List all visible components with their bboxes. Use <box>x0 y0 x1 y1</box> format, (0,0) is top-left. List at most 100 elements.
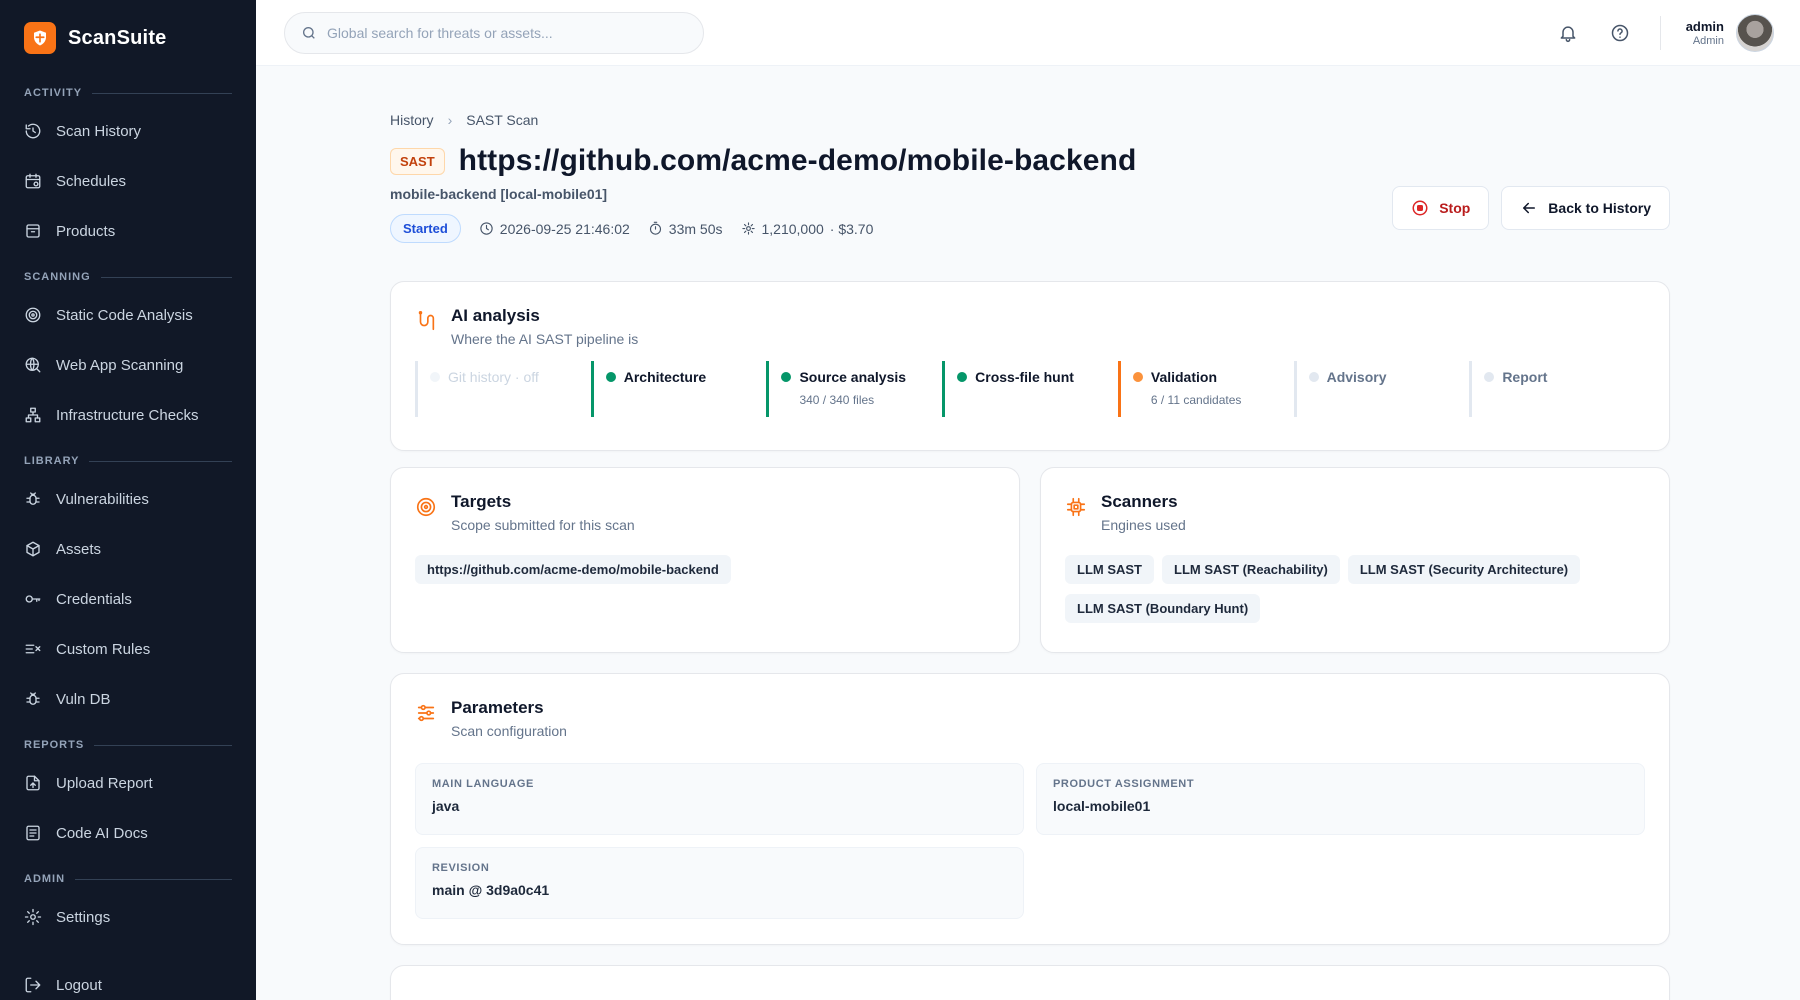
title-row: SAST https://github.com/acme-demo/mobile… <box>390 144 1670 178</box>
stage-name: Cross-file hunt <box>975 369 1074 385</box>
stage-report: Report <box>1469 361 1645 417</box>
card-header: Scanners Engines used <box>1041 468 1669 533</box>
topbar: admin Admin <box>256 0 1800 66</box>
stage-validation: Validation 6 / 11 candidates <box>1117 361 1294 417</box>
stage-advisory: Advisory <box>1293 361 1470 417</box>
card-header: AI analysis Where the AI SAST pipeline i… <box>391 282 1669 347</box>
sidebar-item-label: Scan History <box>56 122 142 140</box>
gear-icon <box>24 908 42 926</box>
brand-name: ScanSuite <box>68 26 167 49</box>
param-main-language: MAIN LANGUAGE java <box>415 763 1024 835</box>
stop-label: Stop <box>1439 200 1471 216</box>
stop-button[interactable]: Stop <box>1392 186 1490 230</box>
sidebar-item-logout[interactable]: Logout <box>24 960 232 1000</box>
sidebar-item-credentials[interactable]: Credentials <box>24 574 232 624</box>
clock-icon <box>480 222 493 235</box>
param-product-assignment: PRODUCT ASSIGNMENT local-mobile01 <box>1036 763 1645 835</box>
sidebar-item-infrastructure-checks[interactable]: Infrastructure Checks <box>24 390 232 440</box>
sidebar-item-label: Upload Report <box>56 774 153 792</box>
pipeline-stages: Git history · off Architecture Source an… <box>391 351 1669 417</box>
sidebar-item-label: Vuln DB <box>56 690 111 708</box>
help-button[interactable] <box>1608 21 1632 45</box>
shield-logo-icon <box>24 22 56 54</box>
card-title: Targets <box>451 492 512 511</box>
targets-scanners-row: Targets Scope submitted for this scan ht… <box>390 467 1670 653</box>
breadcrumb: History › SAST Scan <box>390 112 1670 128</box>
sidebar-item-label: Products <box>56 222 116 240</box>
brand[interactable]: ScanSuite <box>0 0 256 72</box>
stage-detail: 6 / 11 candidates <box>1150 393 1242 407</box>
stage-detail: 340 / 340 files <box>799 393 875 407</box>
card-title: Scanners <box>1101 492 1178 511</box>
user-info: admin Admin <box>1686 19 1724 47</box>
globe-search-icon <box>25 357 41 373</box>
param-label: REVISION <box>432 862 490 874</box>
started-at: 2026-09-25 21:46:02 <box>479 221 630 237</box>
card-title: Parameters <box>451 698 544 717</box>
sidebar-item-custom-rules[interactable]: Custom Rules <box>24 624 232 674</box>
breadcrumb-history-link[interactable]: History <box>390 112 434 128</box>
header-actions: Stop Back to History <box>1392 186 1670 230</box>
parameter-grid: MAIN LANGUAGE java PRODUCT ASSIGNMENT lo… <box>391 739 1669 919</box>
sidebar-item-vuln-db[interactable]: Vuln DB <box>24 674 232 724</box>
box-icon <box>26 541 40 557</box>
nav-section-admin: ADMIN Settings Logout <box>0 872 256 1000</box>
file-upload-icon <box>26 775 40 791</box>
arrow-left-icon <box>1523 202 1536 214</box>
card-header: Parameters Scan configuration <box>391 674 1669 739</box>
sidebar-item-products[interactable]: Products <box>24 206 232 256</box>
sidebar-item-assets[interactable]: Assets <box>24 524 232 574</box>
sidebar-item-label: Logout <box>56 976 102 994</box>
stage-name: Advisory <box>1326 369 1387 385</box>
avatar[interactable] <box>1736 14 1774 52</box>
sidebar-item-upload-report[interactable]: Upload Report <box>24 758 232 808</box>
ai-analysis-card: AI analysis Where the AI SAST pipeline i… <box>390 281 1670 451</box>
nav-section-title: ADMIN <box>24 872 232 886</box>
stage-dot <box>430 372 440 382</box>
param-label: MAIN LANGUAGE <box>432 778 534 790</box>
sliders-icon <box>415 702 437 724</box>
network-icon <box>25 407 41 423</box>
sidebar-item-static-code-analysis[interactable]: Static Code Analysis <box>24 290 232 340</box>
stage-name: Source analysis <box>799 369 907 385</box>
nav-section-title: LIBRARY <box>24 454 232 468</box>
user-name: admin <box>1685 19 1724 34</box>
nav-section-reports: REPORTS Upload Report Code AI Docs <box>0 738 256 858</box>
sidebar-item-label: Infrastructure Checks <box>56 406 199 424</box>
param-value: main @ 3d9a0c41 <box>432 882 550 898</box>
global-search[interactable] <box>284 12 704 54</box>
sidebar-item-settings[interactable]: Settings <box>24 892 232 942</box>
tokens-value: 1,210,000 <box>761 220 824 237</box>
sidebar-item-schedules[interactable]: Schedules <box>24 156 232 206</box>
sidebar-item-web-app-scanning[interactable]: Web App Scanning <box>24 340 232 390</box>
stage-dot <box>1308 372 1319 382</box>
notifications-button[interactable] <box>1556 21 1580 45</box>
target-chip: https://github.com/acme-demo/mobile-back… <box>415 555 731 584</box>
stage-dot <box>605 372 616 382</box>
tokens-icon <box>741 222 755 235</box>
sidebar-item-label: Custom Rules <box>56 640 151 658</box>
sidebar-item-label: Vulnerabilities <box>56 490 149 508</box>
archive-icon <box>26 224 40 238</box>
card-title: AI analysis <box>451 306 540 325</box>
card-header: Targets Scope submitted for this scan <box>391 468 1019 533</box>
sidebar-item-label: Credentials <box>56 590 132 608</box>
page-title: https://github.com/acme-demo/mobile-back… <box>458 144 1137 177</box>
sidebar-item-label: Assets <box>56 540 102 558</box>
targets-card: Targets Scope submitted for this scan ht… <box>390 467 1020 653</box>
nav-section-scanning: SCANNING Static Code Analysis Web App Sc… <box>0 270 256 440</box>
card-description: Scope submitted for this scan <box>451 517 635 533</box>
sidebar-item-vulnerabilities[interactable]: Vulnerabilities <box>24 474 232 524</box>
user-menu[interactable]: admin Admin <box>1686 14 1774 52</box>
search-input[interactable] <box>327 25 687 41</box>
bug-icon <box>26 692 40 705</box>
target-list: https://github.com/acme-demo/mobile-back… <box>391 533 1019 584</box>
chip-icon <box>1065 496 1087 518</box>
sidebar-item-code-ai-docs[interactable]: Code AI Docs <box>24 808 232 858</box>
sidebar-item-label: Settings <box>56 908 111 926</box>
back-to-history-button[interactable]: Back to History <box>1501 186 1670 230</box>
target-icon <box>415 496 437 518</box>
scanner-chip: LLM SAST (Reachability) <box>1162 555 1340 584</box>
sidebar-item-scan-history[interactable]: Scan History <box>24 106 232 156</box>
stage-name: Architecture <box>623 369 707 385</box>
